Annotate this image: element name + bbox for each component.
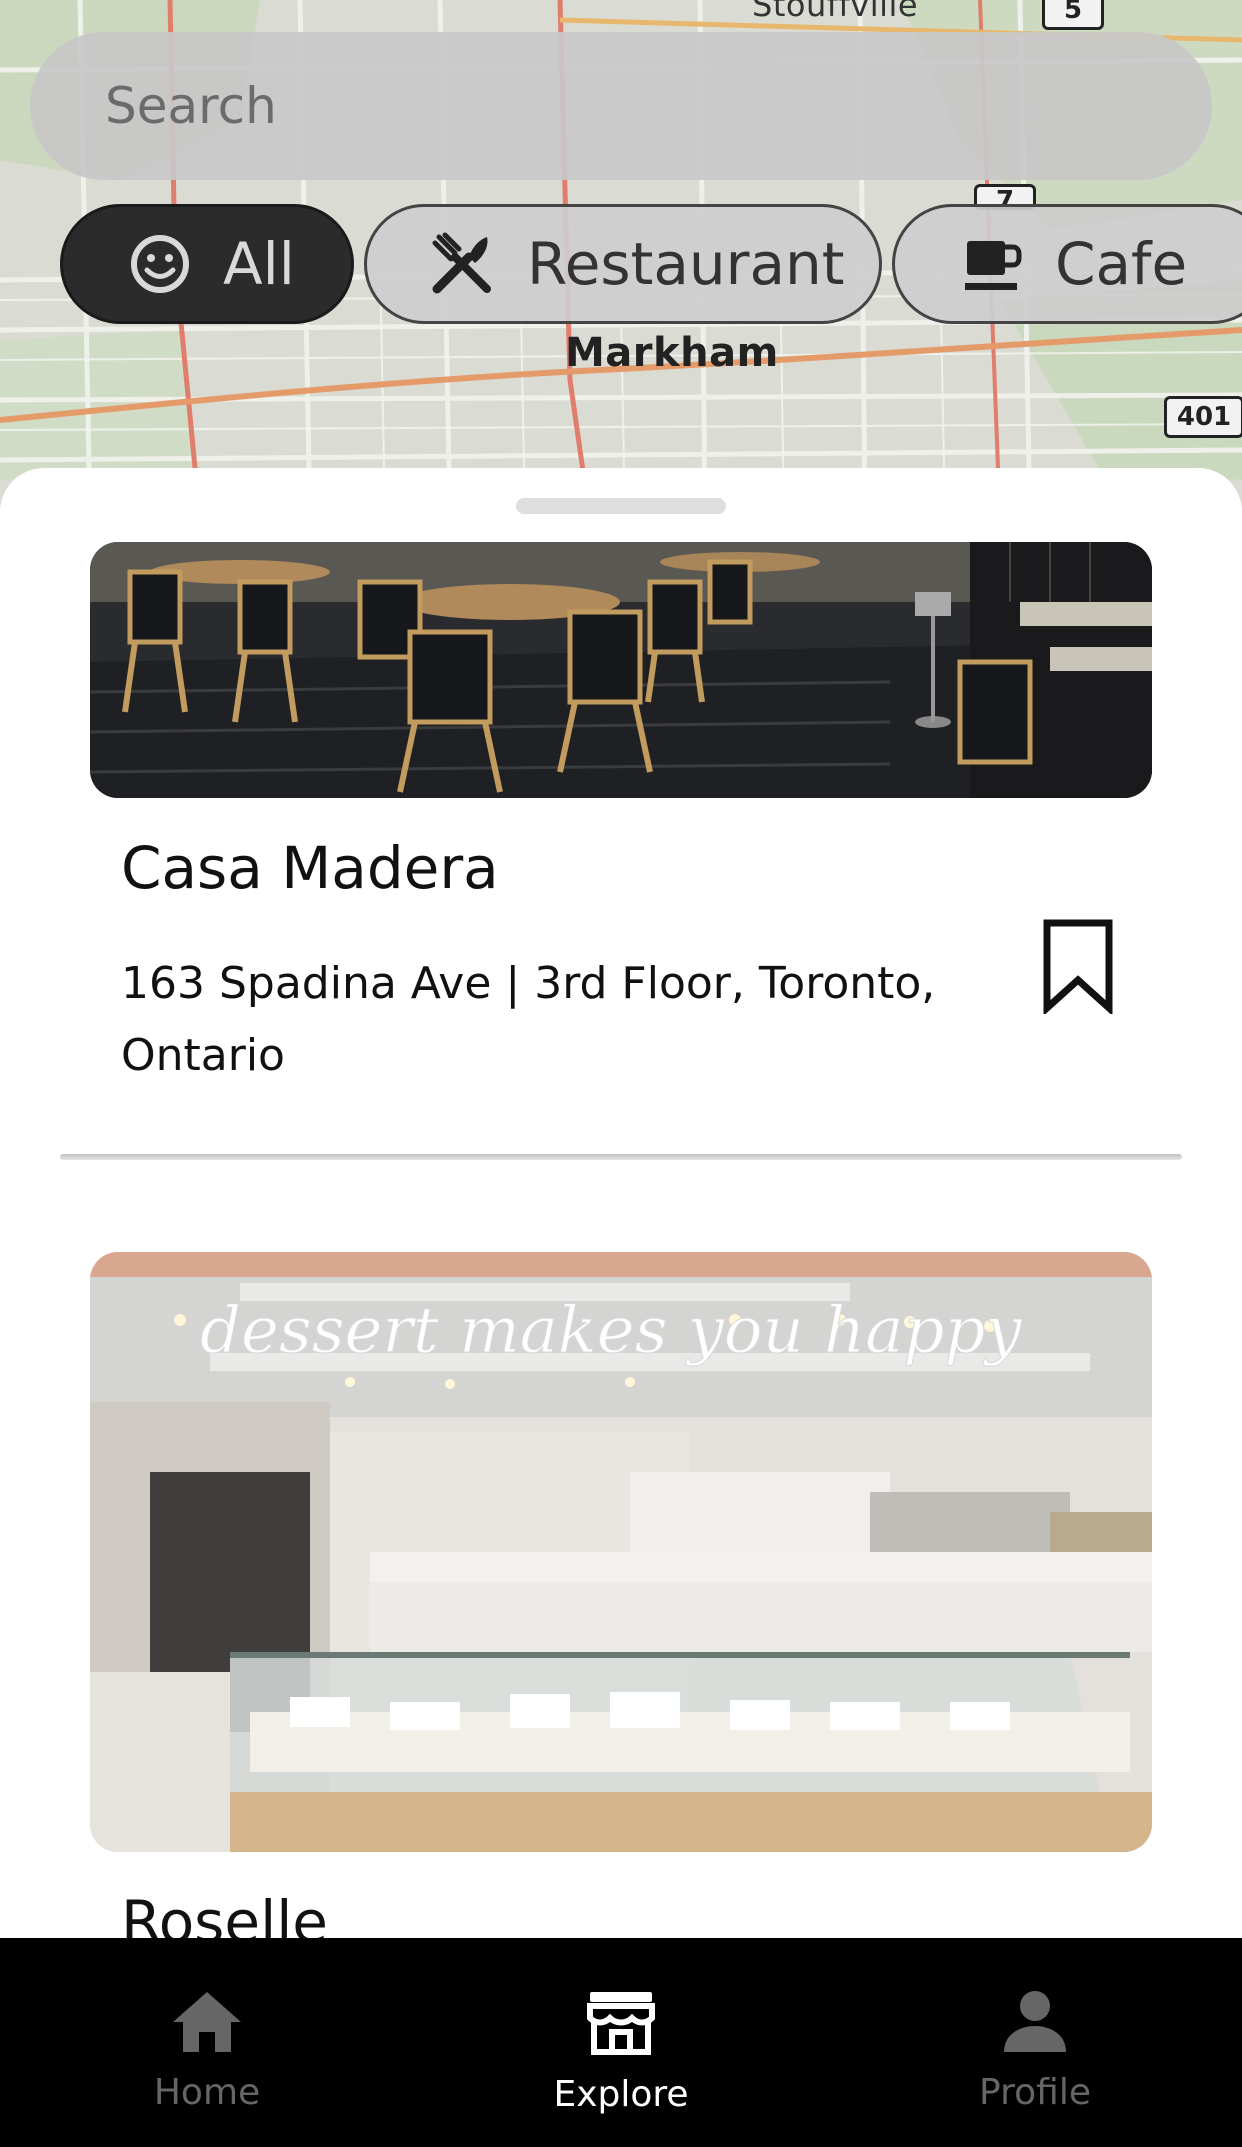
filter-chip-label: Cafe [1055, 230, 1188, 298]
bottom-nav: Home Explore Profile [0, 1938, 1242, 2147]
coffee-cup-icon [961, 233, 1023, 295]
neon-sign-text: dessert makes you happy [200, 1294, 1022, 1368]
bookmark-icon[interactable] [1042, 918, 1114, 1018]
place-address: 163 Spadina Ave | 3rd Floor, Toronto, On… [121, 958, 936, 1081]
map-place-label: Markham [565, 330, 779, 376]
search-placeholder: Search [105, 77, 277, 135]
map-place-label: Stouffville [752, 0, 919, 24]
place-name: Casa Madera [121, 834, 499, 902]
place-name: Roselle [121, 1888, 328, 1938]
fork-knife-icon [429, 231, 495, 297]
nav-profile[interactable]: Profile [828, 1938, 1242, 2147]
nav-label: Home [153, 2072, 261, 2113]
nav-explore[interactable]: Explore [414, 1938, 828, 2147]
place-photo: dessert makes you happy [90, 1252, 1152, 1852]
smiley-icon [129, 233, 191, 295]
filter-chip-label: All [223, 230, 295, 298]
places-sheet[interactable]: Casa Madera 163 Spadina Ave | 3rd Floor,… [0, 468, 1242, 1938]
route-shield: 401 [1164, 396, 1242, 438]
store-icon [586, 1988, 656, 2060]
filter-chip-restaurant[interactable]: Restaurant [364, 204, 882, 324]
nav-home[interactable]: Home [0, 1938, 414, 2147]
home-icon [169, 1988, 245, 2058]
filter-chip-label: Restaurant [527, 230, 845, 298]
search-input[interactable]: Search [30, 32, 1212, 180]
filter-chip-cafe[interactable]: Cafe [892, 204, 1242, 324]
nav-label: Explore [553, 2074, 689, 2115]
nav-label: Profile [979, 2072, 1091, 2113]
card-divider [60, 1154, 1182, 1160]
route-shield: 5 [1042, 0, 1104, 30]
filter-chip-all[interactable]: All [60, 204, 354, 324]
person-icon [1002, 1988, 1068, 2058]
sheet-drag-handle[interactable] [516, 498, 726, 514]
place-photo [90, 542, 1152, 798]
